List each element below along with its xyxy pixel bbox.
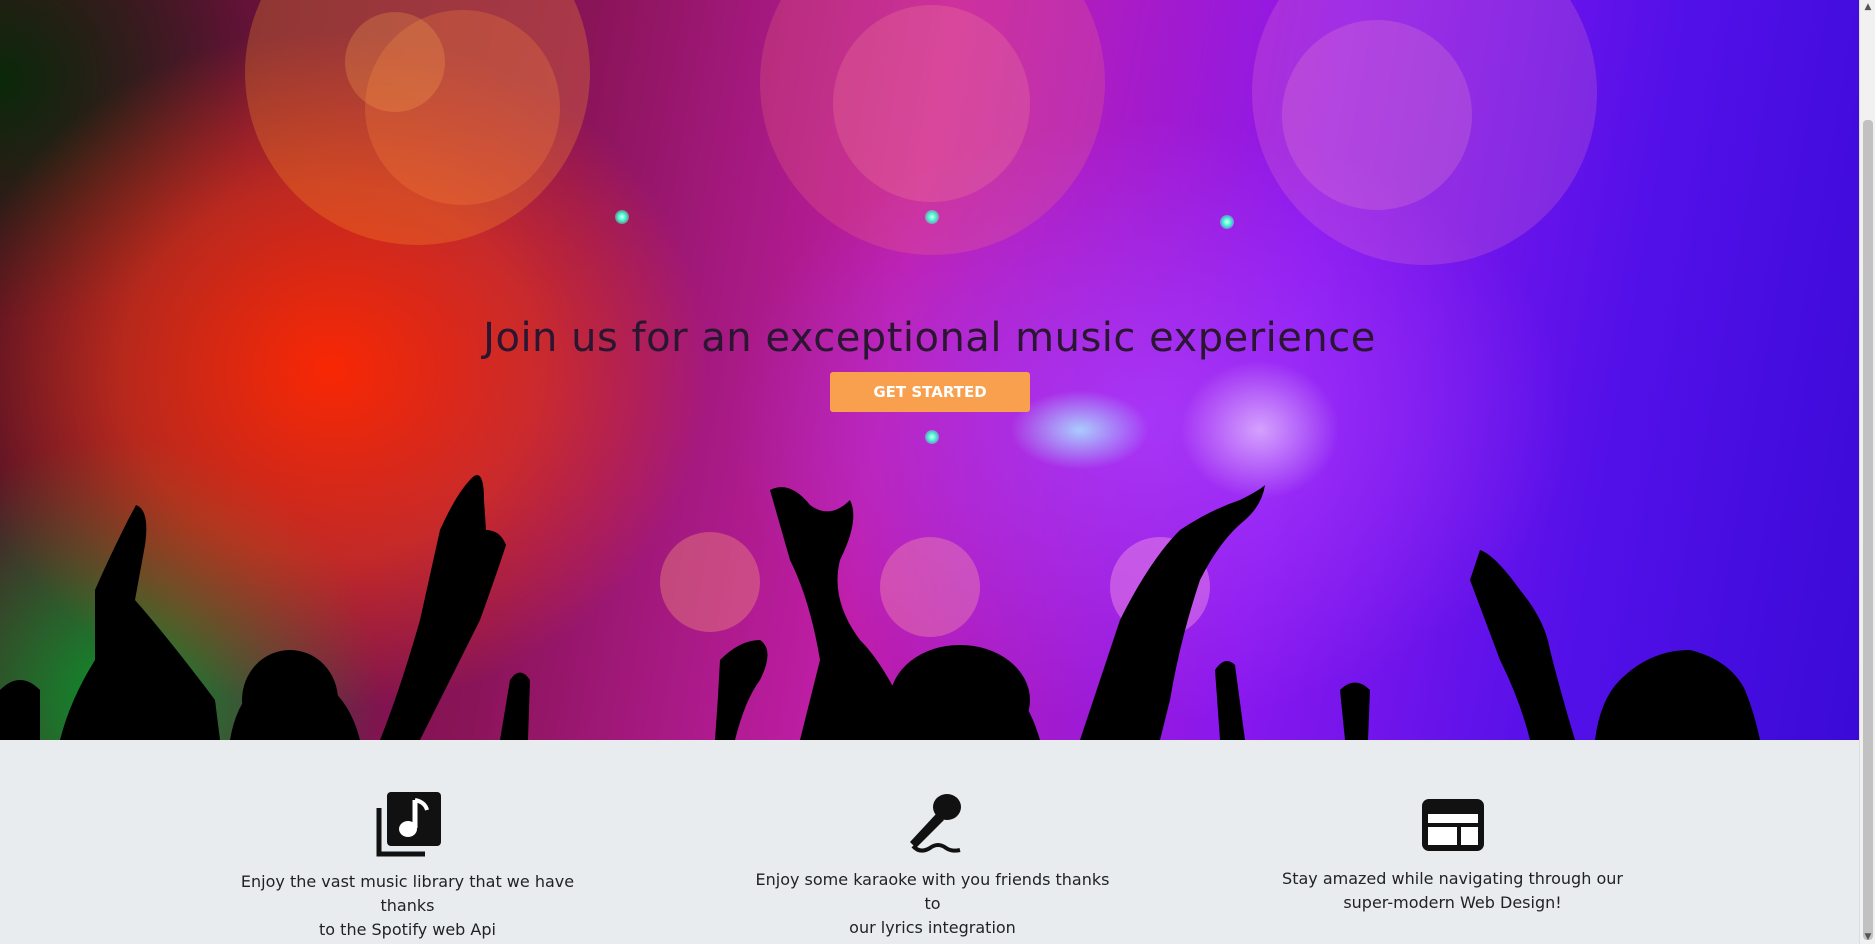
get-started-button[interactable]: GET STARTED — [830, 372, 1030, 412]
feature-karaoke: Enjoy some karaoke with you friends than… — [745, 790, 1120, 940]
feature-web-design: Stay amazed while navigating through our… — [1265, 797, 1640, 915]
microphone-icon — [745, 790, 1120, 856]
hero-banner: Join us for an exceptional music experie… — [0, 0, 1859, 740]
web-layout-icon — [1265, 797, 1640, 855]
scroll-up-icon[interactable]: ▲ — [1860, 0, 1875, 14]
feature-karaoke-text: Enjoy some karaoke with you friends than… — [755, 870, 1110, 937]
music-library-icon — [220, 792, 595, 858]
feature-web-design-text: Stay amazed while navigating through our… — [1282, 869, 1623, 912]
feature-music-library: Enjoy the vast music library that we hav… — [220, 792, 595, 942]
page-scrollbar[interactable]: ▲ ▼ — [1859, 0, 1875, 944]
scrollbar-thumb[interactable] — [1863, 120, 1873, 940]
crowd-silhouette — [0, 475, 1760, 740]
feature-music-library-text: Enjoy the vast music library that we hav… — [240, 872, 575, 939]
scroll-down-icon[interactable]: ▼ — [1860, 930, 1875, 944]
hero-title: Join us for an exceptional music experie… — [483, 315, 1376, 361]
features-section: Enjoy the vast music library that we hav… — [0, 740, 1859, 944]
